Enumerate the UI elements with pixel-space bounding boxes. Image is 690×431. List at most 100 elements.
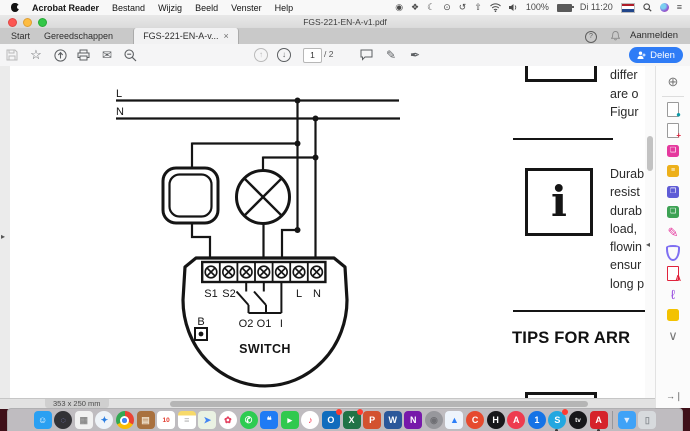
print-icon[interactable] (75, 47, 91, 63)
dock-app-apple-tv[interactable]: tv (569, 411, 588, 429)
menu-help[interactable]: Help (275, 3, 294, 13)
tab-gereedschappen[interactable]: Gereedschappen (44, 28, 113, 44)
dock-app-trash[interactable]: ▯ (638, 411, 657, 429)
vertical-scrollbar[interactable] (645, 66, 655, 408)
menu-bar: Acrobat Reader Bestand Wijzig Beeld Vens… (0, 0, 690, 16)
wifi-icon[interactable] (489, 3, 501, 12)
dock-app-finder[interactable]: ☺ (33, 411, 52, 429)
notification-center-icon[interactable]: ≡ (677, 0, 682, 15)
dock-app-system-preferences[interactable]: ◉ (424, 411, 443, 429)
dock-app-photos[interactable]: ✿ (218, 411, 237, 429)
tab-start[interactable]: Start (11, 28, 30, 44)
dock-app-downloads-folder[interactable]: ▼ (617, 411, 636, 429)
fill-sign-icon[interactable]: ✎ (656, 223, 690, 244)
volume-icon[interactable] (508, 3, 518, 12)
dock-app-notes[interactable]: ≡ (177, 411, 196, 429)
label-i: I (280, 318, 283, 330)
save-icon[interactable] (4, 47, 20, 63)
page-down-icon[interactable]: ↓ (276, 47, 292, 63)
vertical-scrollbar-thumb[interactable] (646, 136, 653, 171)
moon-icon[interactable]: ☾ (427, 0, 435, 15)
menu-venster[interactable]: Venster (231, 3, 262, 13)
tab-document-active[interactable]: FGS-221-EN-A-v... × (133, 28, 239, 44)
organize-pages-icon[interactable]: ❏ (656, 202, 690, 223)
tips-heading: TIPS FOR ARR (512, 329, 631, 347)
share-person-icon (637, 51, 646, 59)
tools-panel-collapse-icon[interactable]: ◂ (646, 240, 650, 249)
star-icon[interactable]: ☆ (28, 47, 44, 63)
pdf-standards-icon[interactable]: A (656, 264, 690, 285)
bartender-icon[interactable]: ◉ (395, 0, 403, 15)
minimize-window-button[interactable] (23, 18, 32, 27)
dock-app-contacts[interactable]: ▤ (136, 411, 155, 429)
create-pdf-icon[interactable]: + (656, 120, 690, 141)
highlight-pen-icon[interactable]: ✎ (383, 47, 399, 63)
dock-app-handbrake[interactable]: H (486, 411, 505, 429)
dock-app-word[interactable]: W (383, 411, 402, 429)
page-size-indicator: 353 x 250 mm (45, 399, 109, 408)
signature-icon[interactable]: ℓ (656, 284, 690, 305)
dock-app-preview[interactable]: ▦ (74, 411, 93, 429)
battery-icon[interactable] (556, 3, 574, 12)
tab-close-icon[interactable]: × (224, 31, 229, 41)
dock-app-music[interactable]: ♪ (301, 411, 320, 429)
fill-sign-pen-icon[interactable]: ✒ (407, 47, 423, 63)
dock-app-safari[interactable]: ✦ (95, 411, 114, 429)
input-menu-icon[interactable]: ⇧ (474, 0, 482, 15)
dock-app-calendar[interactable]: 10 (157, 411, 176, 429)
dock-app-maps[interactable]: ➤ (198, 411, 217, 429)
dock-app-powerpoint[interactable]: P (363, 411, 382, 429)
menu-beeld[interactable]: Beeld (195, 3, 218, 13)
sign-in-link[interactable]: Aanmelden (630, 28, 678, 44)
page-total: / 2 (324, 49, 334, 59)
dock-app-chrome[interactable] (115, 411, 134, 429)
left-panel-expand-icon[interactable]: ▸ (1, 232, 5, 241)
language-flag-icon[interactable] (620, 2, 635, 13)
share-delen-button[interactable]: Delen (629, 47, 683, 63)
dock-app-acrobat-reader[interactable]: A (589, 411, 608, 431)
page-number-input[interactable]: 1 (303, 48, 322, 63)
menu-app-name[interactable]: Acrobat Reader (32, 3, 99, 13)
combine-files-icon[interactable]: ❐ (656, 182, 690, 203)
page-up-icon[interactable]: ↑ (253, 47, 269, 63)
horizontal-scrollbar-thumb[interactable] (170, 401, 588, 407)
dock-app-facetime[interactable]: ▸ (280, 411, 299, 429)
dock-app-adblock[interactable]: A (507, 411, 526, 429)
help-icon[interactable]: ? (585, 31, 597, 43)
zoom-out-icon[interactable] (122, 47, 138, 63)
dock-app-outlook[interactable]: O (321, 409, 342, 429)
panel-toggle-icon[interactable]: →❘ (666, 391, 683, 402)
menu-wijzig[interactable]: Wijzig (158, 3, 182, 13)
dropbox-icon[interactable]: ❖ (411, 0, 419, 15)
dock-app-airdrop[interactable]: ▲ (445, 411, 464, 429)
comment-icon[interactable] (358, 47, 374, 63)
dock-app-excel[interactable]: X (342, 409, 363, 429)
dock-app-launchpad[interactable]: ◌ (54, 411, 73, 429)
battery-percent: 100% (525, 2, 549, 12)
dock-app-ccleaner[interactable]: C (466, 411, 485, 429)
export-pdf-icon[interactable]: ● (656, 100, 690, 121)
menu-clock[interactable]: Di 11:20 (580, 0, 613, 15)
protect-icon[interactable] (656, 243, 690, 264)
menu-bestand[interactable]: Bestand (112, 3, 145, 13)
email-icon[interactable]: ✉ (99, 47, 115, 63)
search-tools-icon[interactable]: ⊕ (656, 71, 690, 92)
comment-icon[interactable]: ≡ (656, 161, 690, 182)
dock-app-onenote[interactable]: N (404, 411, 423, 429)
more-tools-icon[interactable] (656, 305, 690, 326)
share-upload-icon[interactable] (52, 47, 68, 63)
dock-app-onepassword[interactable]: 1 (527, 411, 546, 429)
notifications-bell-icon[interactable] (611, 31, 620, 41)
spotlight-icon[interactable] (643, 3, 652, 12)
dock-app-skype[interactable]: S (548, 409, 569, 431)
chevron-more-icon[interactable]: ∨ (656, 325, 690, 346)
dock-app-whatsapp[interactable]: ✆ (239, 411, 258, 429)
zoom-window-button[interactable] (38, 18, 47, 27)
apple-menu-icon[interactable] (11, 3, 21, 12)
onepassword-menu-icon[interactable]: ⊙ (443, 0, 451, 15)
dock-app-messages[interactable]: ❝ (260, 411, 279, 429)
time-machine-icon[interactable]: ↺ (459, 0, 467, 15)
siri-icon[interactable] (659, 3, 669, 12)
edit-pdf-icon[interactable]: ❑ (656, 141, 690, 162)
close-window-button[interactable] (8, 18, 17, 27)
